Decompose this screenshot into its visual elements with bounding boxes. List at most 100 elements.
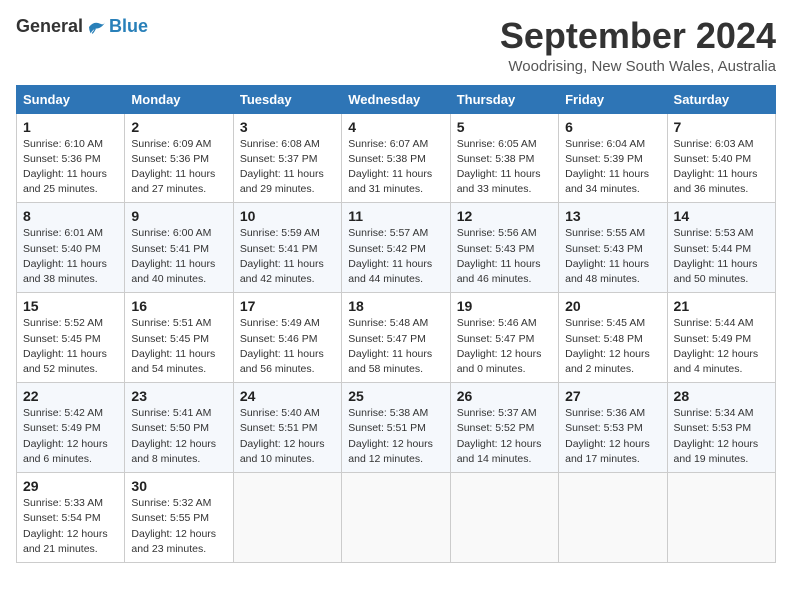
day-cell-22: 22 Sunrise: 5:42 AMSunset: 5:49 PMDayligh… xyxy=(17,383,125,473)
day-number: 29 xyxy=(23,478,118,494)
page-header: General Blue September 2024 Woodrising, … xyxy=(16,16,776,75)
weekday-header-friday: Friday xyxy=(559,85,667,113)
day-info: Sunrise: 5:46 AMSunset: 5:47 PMDaylight:… xyxy=(457,316,552,377)
day-info: Sunrise: 6:08 AMSunset: 5:37 PMDaylight:… xyxy=(240,137,335,198)
day-number: 4 xyxy=(348,119,443,135)
location-subtitle: Woodrising, New South Wales, Australia xyxy=(500,58,776,75)
day-number: 21 xyxy=(674,298,769,314)
day-info: Sunrise: 6:09 AMSunset: 5:36 PMDaylight:… xyxy=(131,137,226,198)
empty-cell xyxy=(450,473,558,563)
day-number: 13 xyxy=(565,208,660,224)
day-number: 24 xyxy=(240,388,335,404)
day-number: 11 xyxy=(348,208,443,224)
logo-blue-text: Blue xyxy=(109,16,148,37)
day-number: 25 xyxy=(348,388,443,404)
day-cell-27: 27 Sunrise: 5:36 AMSunset: 5:53 PMDayligh… xyxy=(559,383,667,473)
month-title: September 2024 xyxy=(500,16,776,56)
empty-cell xyxy=(559,473,667,563)
day-info: Sunrise: 5:40 AMSunset: 5:51 PMDaylight:… xyxy=(240,406,335,467)
day-cell-26: 26 Sunrise: 5:37 AMSunset: 5:52 PMDayligh… xyxy=(450,383,558,473)
weekday-header-sunday: Sunday xyxy=(17,85,125,113)
day-info: Sunrise: 5:41 AMSunset: 5:50 PMDaylight:… xyxy=(131,406,226,467)
day-cell-23: 23 Sunrise: 5:41 AMSunset: 5:50 PMDayligh… xyxy=(125,383,233,473)
day-number: 7 xyxy=(674,119,769,135)
day-info: Sunrise: 5:42 AMSunset: 5:49 PMDaylight:… xyxy=(23,406,118,467)
day-info: Sunrise: 5:45 AMSunset: 5:48 PMDaylight:… xyxy=(565,316,660,377)
day-number: 5 xyxy=(457,119,552,135)
day-info: Sunrise: 5:38 AMSunset: 5:51 PMDaylight:… xyxy=(348,406,443,467)
day-cell-6: 6 Sunrise: 6:04 AMSunset: 5:39 PMDaylight… xyxy=(559,113,667,203)
day-info: Sunrise: 5:59 AMSunset: 5:41 PMDaylight:… xyxy=(240,226,335,287)
day-info: Sunrise: 5:53 AMSunset: 5:44 PMDaylight:… xyxy=(674,226,769,287)
day-number: 17 xyxy=(240,298,335,314)
day-cell-21: 21 Sunrise: 5:44 AMSunset: 5:49 PMDayligh… xyxy=(667,293,775,383)
day-cell-25: 25 Sunrise: 5:38 AMSunset: 5:51 PMDayligh… xyxy=(342,383,450,473)
day-number: 28 xyxy=(674,388,769,404)
weekday-header-thursday: Thursday xyxy=(450,85,558,113)
day-info: Sunrise: 5:56 AMSunset: 5:43 PMDaylight:… xyxy=(457,226,552,287)
day-cell-16: 16 Sunrise: 5:51 AMSunset: 5:45 PMDayligh… xyxy=(125,293,233,383)
day-number: 8 xyxy=(23,208,118,224)
day-number: 1 xyxy=(23,119,118,135)
day-cell-13: 13Sunrise: 5:55 AMSunset: 5:43 PMDayligh… xyxy=(559,203,667,293)
day-cell-29: 29 Sunrise: 5:33 AMSunset: 5:54 PMDayligh… xyxy=(17,473,125,563)
title-block: September 2024 Woodrising, New South Wal… xyxy=(500,16,776,75)
day-cell-4: 4 Sunrise: 6:07 AMSunset: 5:38 PMDaylight… xyxy=(342,113,450,203)
calendar-table: SundayMondayTuesdayWednesdayThursdayFrid… xyxy=(16,85,776,563)
day-number: 23 xyxy=(131,388,226,404)
logo: General Blue xyxy=(16,16,148,37)
day-cell-20: 20 Sunrise: 5:45 AMSunset: 5:48 PMDayligh… xyxy=(559,293,667,383)
empty-cell xyxy=(342,473,450,563)
day-number: 14 xyxy=(674,208,769,224)
week-row-2: 8Sunrise: 6:01 AMSunset: 5:40 PMDaylight… xyxy=(17,203,776,293)
day-number: 2 xyxy=(131,119,226,135)
week-row-5: 29 Sunrise: 5:33 AMSunset: 5:54 PMDayligh… xyxy=(17,473,776,563)
day-cell-11: 11 Sunrise: 5:57 AMSunset: 5:42 PMDayligh… xyxy=(342,203,450,293)
day-info: Sunrise: 5:57 AMSunset: 5:42 PMDaylight:… xyxy=(348,226,443,287)
day-info: Sunrise: 5:51 AMSunset: 5:45 PMDaylight:… xyxy=(131,316,226,377)
weekday-header-monday: Monday xyxy=(125,85,233,113)
day-cell-3: 3 Sunrise: 6:08 AMSunset: 5:37 PMDaylight… xyxy=(233,113,341,203)
day-number: 27 xyxy=(565,388,660,404)
day-cell-19: 19 Sunrise: 5:46 AMSunset: 5:47 PMDayligh… xyxy=(450,293,558,383)
day-number: 26 xyxy=(457,388,552,404)
day-info: Sunrise: 5:49 AMSunset: 5:46 PMDaylight:… xyxy=(240,316,335,377)
logo-general-text: General xyxy=(16,16,83,37)
day-info: Sunrise: 5:44 AMSunset: 5:49 PMDaylight:… xyxy=(674,316,769,377)
day-info: Sunrise: 5:32 AMSunset: 5:55 PMDaylight:… xyxy=(131,496,226,557)
day-number: 3 xyxy=(240,119,335,135)
day-info: Sunrise: 6:04 AMSunset: 5:39 PMDaylight:… xyxy=(565,137,660,198)
day-number: 16 xyxy=(131,298,226,314)
day-number: 20 xyxy=(565,298,660,314)
day-info: Sunrise: 5:33 AMSunset: 5:54 PMDaylight:… xyxy=(23,496,118,557)
day-number: 19 xyxy=(457,298,552,314)
weekday-header-row: SundayMondayTuesdayWednesdayThursdayFrid… xyxy=(17,85,776,113)
weekday-header-saturday: Saturday xyxy=(667,85,775,113)
day-number: 18 xyxy=(348,298,443,314)
day-info: Sunrise: 6:03 AMSunset: 5:40 PMDaylight:… xyxy=(674,137,769,198)
empty-cell xyxy=(667,473,775,563)
day-cell-18: 18 Sunrise: 5:48 AMSunset: 5:47 PMDayligh… xyxy=(342,293,450,383)
day-info: Sunrise: 5:48 AMSunset: 5:47 PMDaylight:… xyxy=(348,316,443,377)
day-number: 6 xyxy=(565,119,660,135)
day-info: Sunrise: 5:52 AMSunset: 5:45 PMDaylight:… xyxy=(23,316,118,377)
logo-bird-icon xyxy=(87,19,107,35)
day-info: Sunrise: 6:07 AMSunset: 5:38 PMDaylight:… xyxy=(348,137,443,198)
day-number: 15 xyxy=(23,298,118,314)
day-cell-24: 24 Sunrise: 5:40 AMSunset: 5:51 PMDayligh… xyxy=(233,383,341,473)
day-cell-28: 28Sunrise: 5:34 AMSunset: 5:53 PMDayligh… xyxy=(667,383,775,473)
day-info: Sunrise: 5:37 AMSunset: 5:52 PMDaylight:… xyxy=(457,406,552,467)
empty-cell xyxy=(233,473,341,563)
day-cell-8: 8Sunrise: 6:01 AMSunset: 5:40 PMDaylight… xyxy=(17,203,125,293)
day-info: Sunrise: 6:00 AMSunset: 5:41 PMDaylight:… xyxy=(131,226,226,287)
day-cell-17: 17 Sunrise: 5:49 AMSunset: 5:46 PMDayligh… xyxy=(233,293,341,383)
day-cell-15: 15 Sunrise: 5:52 AMSunset: 5:45 PMDayligh… xyxy=(17,293,125,383)
day-cell-12: 12Sunrise: 5:56 AMSunset: 5:43 PMDayligh… xyxy=(450,203,558,293)
day-number: 10 xyxy=(240,208,335,224)
weekday-header-tuesday: Tuesday xyxy=(233,85,341,113)
day-cell-14: 14 Sunrise: 5:53 AMSunset: 5:44 PMDayligh… xyxy=(667,203,775,293)
day-info: Sunrise: 5:36 AMSunset: 5:53 PMDaylight:… xyxy=(565,406,660,467)
day-cell-5: 5Sunrise: 6:05 AMSunset: 5:38 PMDaylight… xyxy=(450,113,558,203)
day-number: 22 xyxy=(23,388,118,404)
week-row-4: 22 Sunrise: 5:42 AMSunset: 5:49 PMDayligh… xyxy=(17,383,776,473)
